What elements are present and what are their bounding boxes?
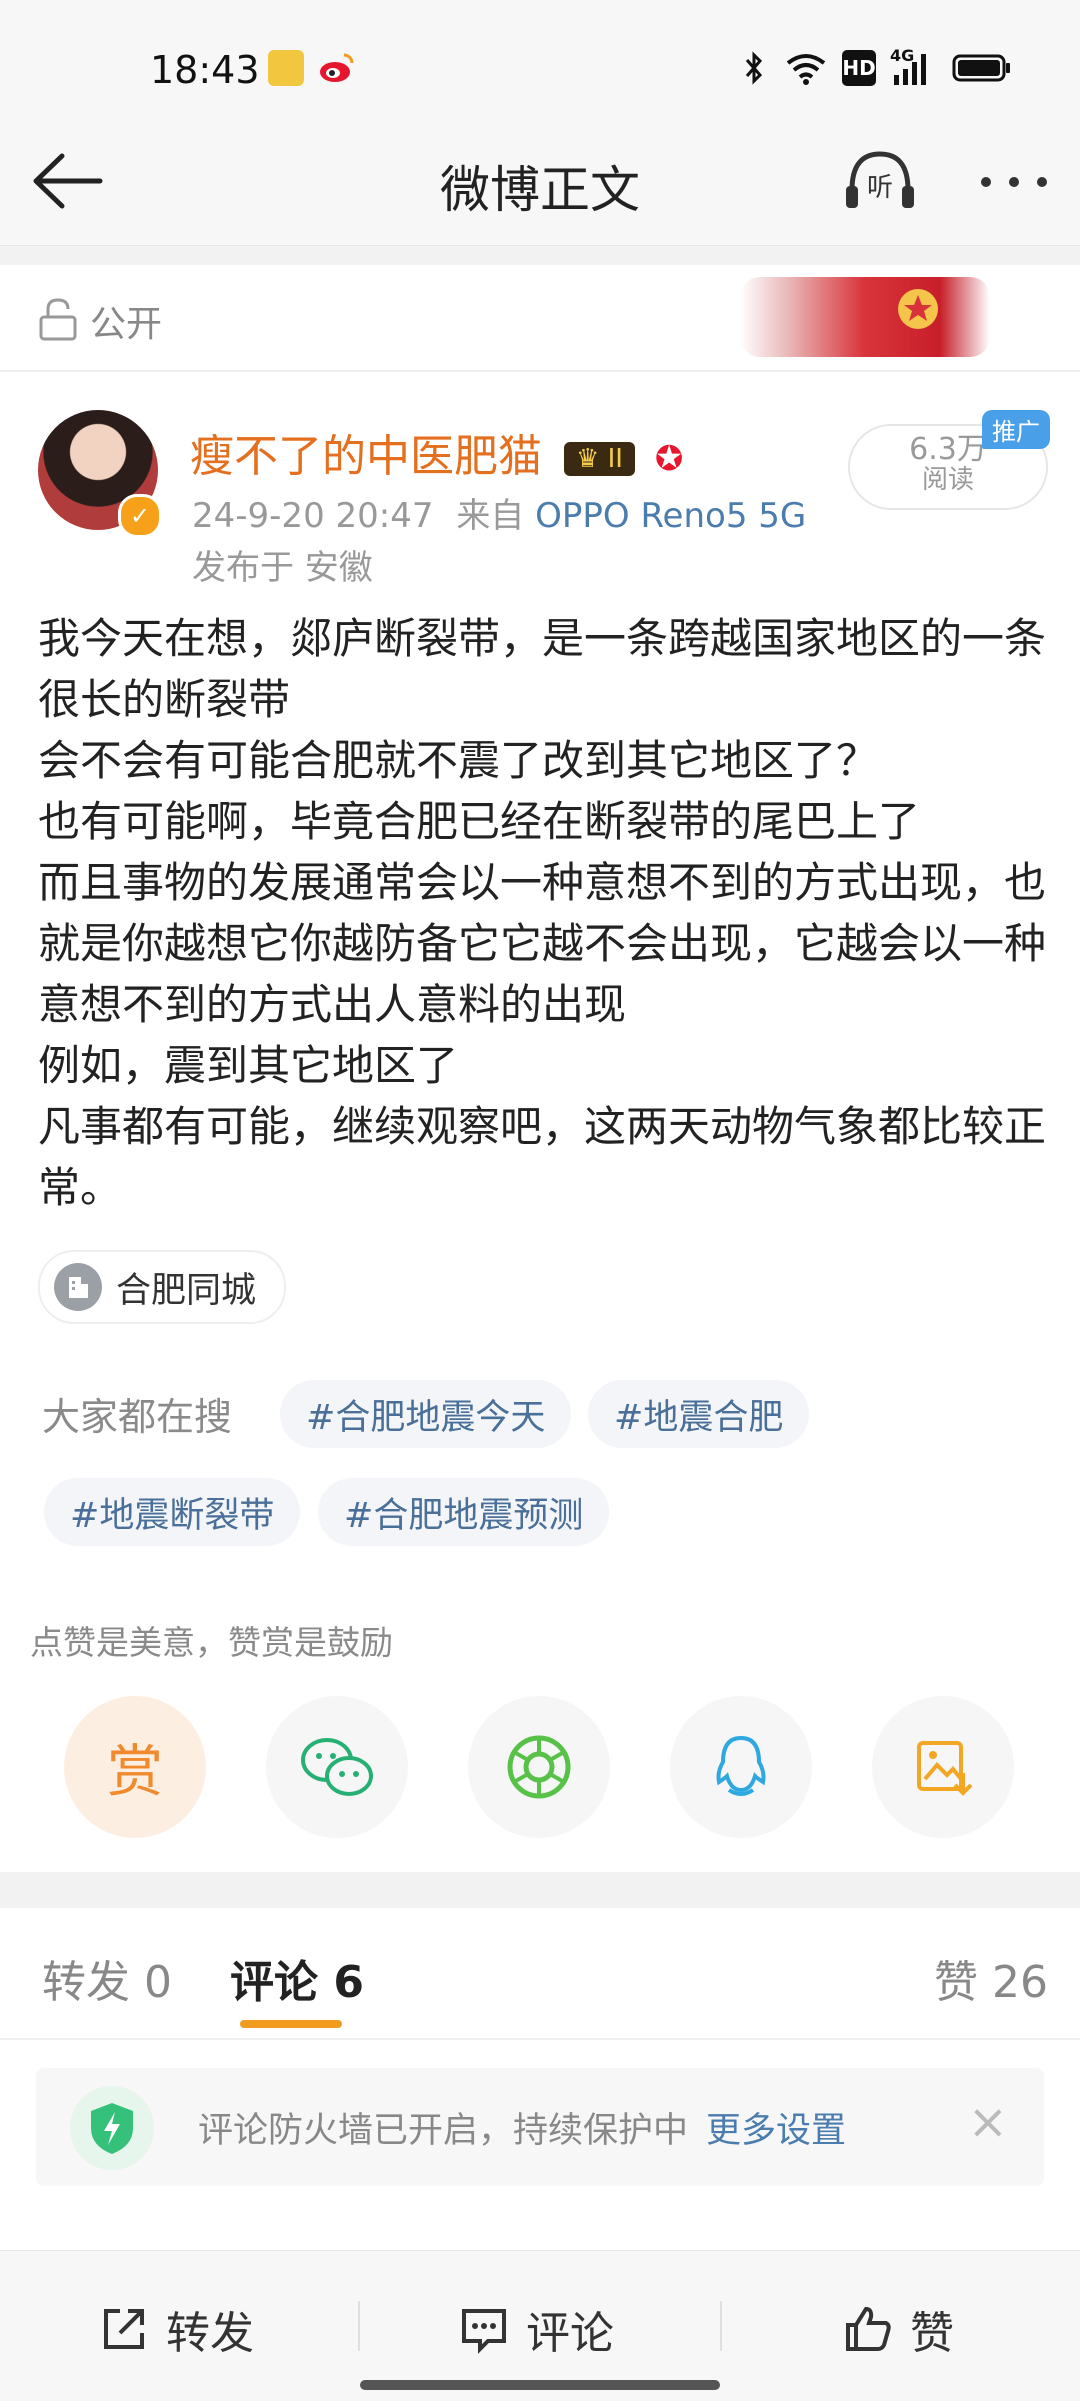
- share-wechat-button[interactable]: [266, 1696, 408, 1838]
- shield-icon: [70, 2086, 154, 2170]
- member-crown-icon: ♛ II: [564, 442, 635, 476]
- more-icon[interactable]: [976, 162, 1052, 202]
- firewall-text: 评论防火墙已开启，持续保护中 更多设置: [198, 2102, 846, 2153]
- home-indicator[interactable]: [360, 2380, 720, 2390]
- bottom-toolbar: 转发 评论 赞: [0, 2250, 1080, 2401]
- festival-banner: [740, 277, 990, 357]
- comment-label: 评论: [526, 2308, 614, 2359]
- source-prefix: 来自: [456, 496, 525, 536]
- promote-badge[interactable]: 推广: [982, 410, 1050, 449]
- reward-hint: 点赞是美意，赞赏是鼓励: [30, 1623, 393, 1662]
- signal-icon: 4G: [890, 46, 932, 86]
- post-time: 24-9-20 20:47: [192, 496, 434, 536]
- status-bar: 18:43 HD 4G: [0, 0, 1080, 140]
- battery-icon: [952, 50, 1012, 86]
- bluetooth-icon: [742, 50, 766, 86]
- username[interactable]: 瘦不了的中医肥猫 ♛ II ✪: [190, 420, 683, 484]
- reward-button[interactable]: 赏: [64, 1696, 206, 1838]
- like-label: 赞: [910, 2308, 954, 2359]
- like-button[interactable]: 赞: [842, 2297, 954, 2361]
- search-tag[interactable]: #地震断裂带: [44, 1478, 301, 1546]
- weibo-app-icon: [318, 50, 356, 86]
- repost-icon: [104, 2309, 144, 2349]
- tab-likes[interactable]: 赞 26: [934, 1946, 1048, 2010]
- search-tag[interactable]: #地震合肥: [588, 1380, 810, 1448]
- member-level: II: [607, 444, 623, 474]
- close-icon[interactable]: ×: [968, 2094, 1008, 2150]
- more-settings-link[interactable]: 更多设置: [706, 2111, 846, 2151]
- thumbs-up-icon: [846, 2306, 891, 2351]
- post-location: 发布于 安徽: [192, 548, 373, 588]
- status-time: 18:43: [150, 48, 260, 92]
- unlock-icon: [38, 297, 78, 341]
- building-icon: [54, 1263, 102, 1311]
- notes-app-icon: [268, 50, 304, 86]
- verified-badge-icon: ✓: [118, 494, 162, 538]
- tab-repost[interactable]: 转发 0: [42, 1946, 172, 2010]
- active-tab-indicator: [240, 2020, 342, 2028]
- svg-text:听: 听: [867, 173, 893, 203]
- hd-icon: HD: [842, 50, 876, 86]
- comment-button[interactable]: 评论: [458, 2297, 614, 2361]
- location-label: 合肥同城: [116, 1270, 257, 1311]
- listen-icon[interactable]: 听: [842, 146, 918, 216]
- toolbar-divider: [720, 2301, 722, 2351]
- author-name: 瘦不了的中医肥猫: [190, 431, 542, 482]
- save-image-button[interactable]: [872, 1696, 1014, 1838]
- search-tag[interactable]: #合肥地震预测: [318, 1478, 610, 1546]
- post-content: 我今天在想，郯庐断裂带，是一条跨越国家地区的一条很长的断裂带 会不会有可能合肥就…: [38, 614, 1047, 1212]
- trending-search-label: 大家都在搜: [42, 1395, 233, 1439]
- comment-icon: [462, 2309, 506, 2354]
- nav-bar: 微博正文 听: [0, 120, 1080, 246]
- location-tag[interactable]: 合肥同城: [38, 1250, 287, 1324]
- comment-firewall-notice: 评论防火墙已开启，持续保护中 更多设置 ×: [36, 2068, 1044, 2186]
- save-image-icon: [917, 1741, 973, 1796]
- search-tag[interactable]: #合肥地震今天: [280, 1380, 572, 1448]
- visibility-row: 公开: [0, 265, 1080, 371]
- wifi-icon: [784, 50, 828, 86]
- share-qq-button[interactable]: [670, 1696, 812, 1838]
- source-device[interactable]: OPPO Reno5 5G: [535, 496, 806, 536]
- wechat-icon: [301, 1738, 373, 1796]
- interaction-tabs: 转发 0 评论 6 赞 26: [0, 1908, 1080, 2039]
- toolbar-divider: [358, 2301, 360, 2351]
- network-type: 4G: [890, 46, 915, 65]
- repost-label: 转发: [166, 2308, 254, 2359]
- moments-icon: [507, 1735, 571, 1799]
- reads-label: 阅读: [921, 465, 974, 495]
- fan-badge-icon: ✪: [654, 439, 684, 479]
- share-moments-button[interactable]: [468, 1696, 610, 1838]
- tab-comments[interactable]: 评论 6: [230, 1946, 364, 2010]
- post-meta: 24-9-20 20:47 来自 OPPO Reno5 5G: [192, 488, 806, 537]
- page-title: 微博正文: [440, 161, 640, 219]
- firewall-status: 评论防火墙已开启，持续保护中: [198, 2111, 689, 2151]
- repost-button[interactable]: 转发: [98, 2297, 254, 2361]
- qq-icon: [716, 1735, 766, 1796]
- reward-label: 赏: [107, 1739, 163, 1805]
- visibility-label: 公开: [90, 304, 163, 345]
